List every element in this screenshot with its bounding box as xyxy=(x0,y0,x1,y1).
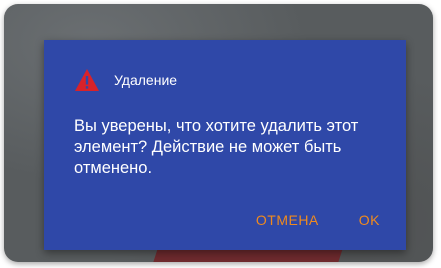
ok-button[interactable]: OK xyxy=(353,208,386,232)
delete-confirmation-dialog: Удаление Вы уверены, что хотите удалить … xyxy=(44,40,406,250)
warning-triangle-icon xyxy=(75,69,99,91)
dialog-message: Вы уверены, что хотите удалить этот элем… xyxy=(74,117,359,177)
dialog-title: Удаление xyxy=(114,72,178,88)
cancel-button[interactable]: ОТМЕНА xyxy=(250,208,325,232)
dialog-header: Удаление xyxy=(74,68,177,92)
dialog-actions: ОТМЕНА OK xyxy=(250,208,386,232)
screen-frame: Удаление Вы уверены, что хотите удалить … xyxy=(4,4,433,262)
